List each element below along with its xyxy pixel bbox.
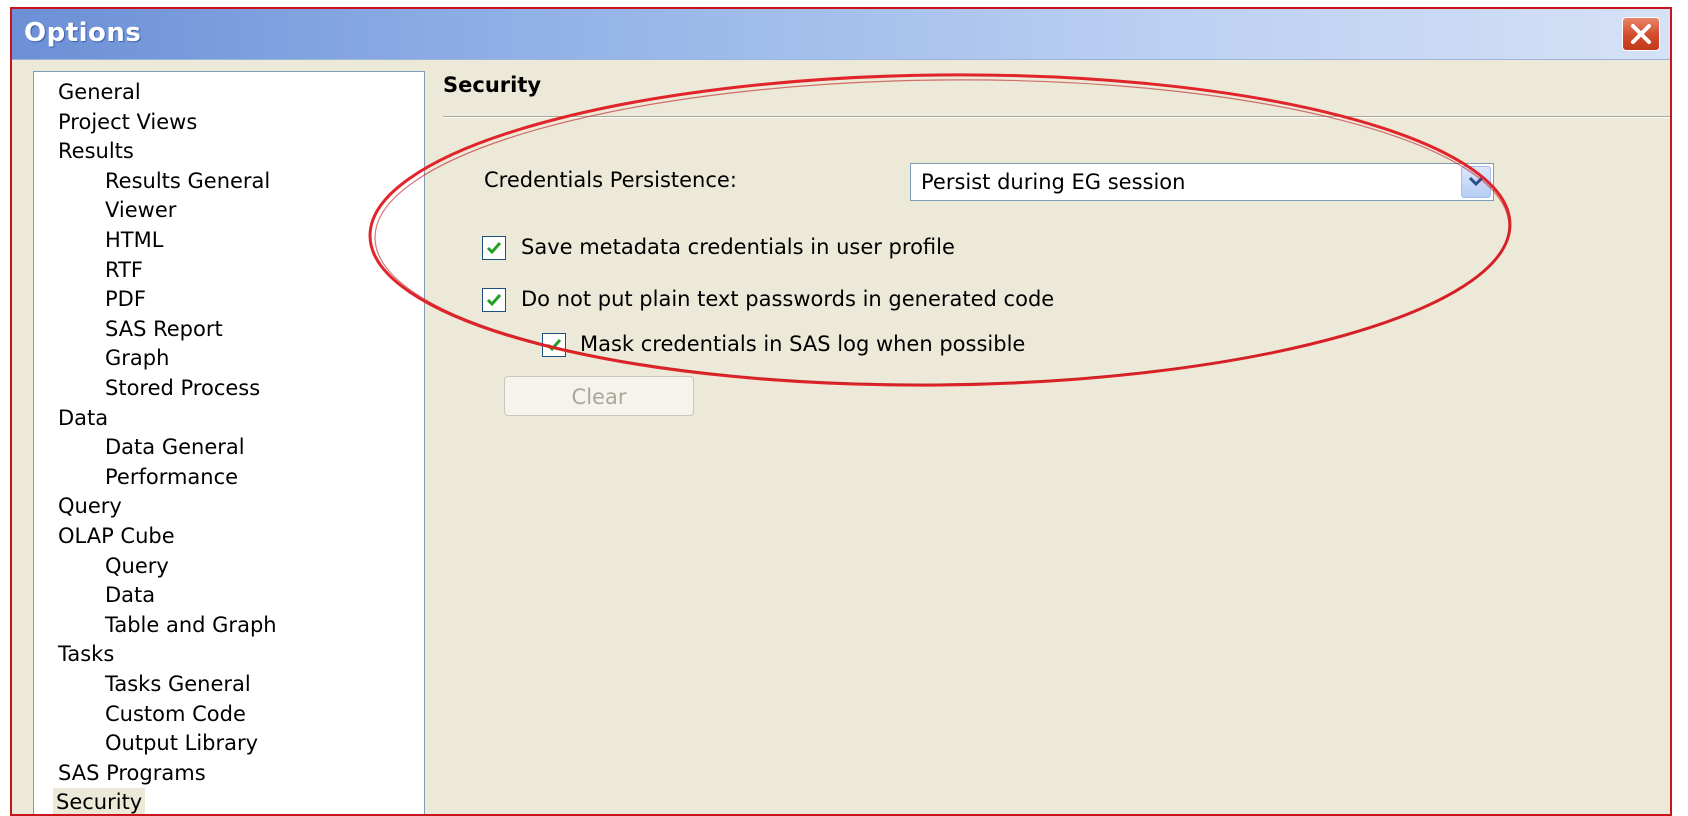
- chevron-down-icon: [1468, 176, 1484, 187]
- options-category-tree[interactable]: General Project Views Results Results Gener…: [33, 71, 425, 814]
- tree-item-output-library[interactable]: Output Library: [105, 729, 258, 757]
- clear-button[interactable]: Clear: [504, 376, 694, 416]
- tree-item-data[interactable]: Data: [58, 404, 108, 432]
- tree-item-project-views[interactable]: Project Views: [58, 108, 197, 136]
- save-metadata-label: Save metadata credentials in user profil…: [521, 235, 955, 259]
- close-icon: [1631, 24, 1651, 44]
- section-divider: [443, 116, 1670, 118]
- credentials-persistence-label: Credentials Persistence:: [484, 168, 737, 192]
- tree-item-general[interactable]: General: [58, 78, 141, 106]
- title-bar[interactable]: Options: [12, 9, 1670, 60]
- save-metadata-checkbox[interactable]: [482, 236, 506, 260]
- tree-item-rtf[interactable]: RTF: [105, 256, 143, 284]
- tree-item-olap-cube[interactable]: OLAP Cube: [58, 522, 175, 550]
- options-dialog: Options General Project Views Results Resul…: [10, 7, 1672, 816]
- credentials-persistence-value: Persist during EG session: [921, 170, 1186, 194]
- tree-item-tasks-general[interactable]: Tasks General: [105, 670, 251, 698]
- close-button[interactable]: [1622, 17, 1660, 51]
- section-title: Security: [443, 73, 542, 97]
- mask-credentials-checkbox[interactable]: [542, 333, 566, 357]
- credentials-persistence-select[interactable]: Persist during EG session: [910, 163, 1494, 201]
- tree-item-table-and-graph[interactable]: Table and Graph: [105, 611, 277, 639]
- tree-item-tasks[interactable]: Tasks: [58, 640, 114, 668]
- tree-item-data-general[interactable]: Data General: [105, 433, 245, 461]
- window-title: Options: [24, 18, 142, 48]
- tree-item-custom-code[interactable]: Custom Code: [105, 700, 246, 728]
- tree-item-sas-report[interactable]: SAS Report: [105, 315, 223, 343]
- tree-item-sas-programs[interactable]: SAS Programs: [58, 759, 206, 787]
- clear-button-label: Clear: [571, 385, 627, 409]
- tree-item-query[interactable]: Query: [105, 552, 169, 580]
- checkmark-icon: [486, 242, 502, 255]
- tree-item-pdf[interactable]: PDF: [105, 285, 146, 313]
- tree-item-data[interactable]: Data: [105, 581, 155, 609]
- tree-item-html[interactable]: HTML: [105, 226, 163, 254]
- tree-item-stored-process[interactable]: Stored Process: [105, 374, 260, 402]
- mask-credentials-label: Mask credentials in SAS log when possibl…: [580, 332, 1026, 356]
- tree-item-viewer[interactable]: Viewer: [105, 196, 176, 224]
- tree-item-results-general[interactable]: Results General: [105, 167, 270, 195]
- checkmark-icon: [546, 339, 562, 352]
- dropdown-button[interactable]: [1461, 166, 1491, 198]
- tree-item-query[interactable]: Query: [58, 492, 122, 520]
- no-plaintext-passwords-checkbox[interactable]: [482, 288, 506, 312]
- no-plaintext-passwords-label: Do not put plain text passwords in gener…: [521, 287, 1055, 311]
- tree-item-results[interactable]: Results: [58, 137, 134, 165]
- tree-item-performance[interactable]: Performance: [105, 463, 238, 491]
- tree-item-graph[interactable]: Graph: [105, 344, 169, 372]
- checkmark-icon: [486, 294, 502, 307]
- tree-item-security[interactable]: Security: [53, 788, 146, 814]
